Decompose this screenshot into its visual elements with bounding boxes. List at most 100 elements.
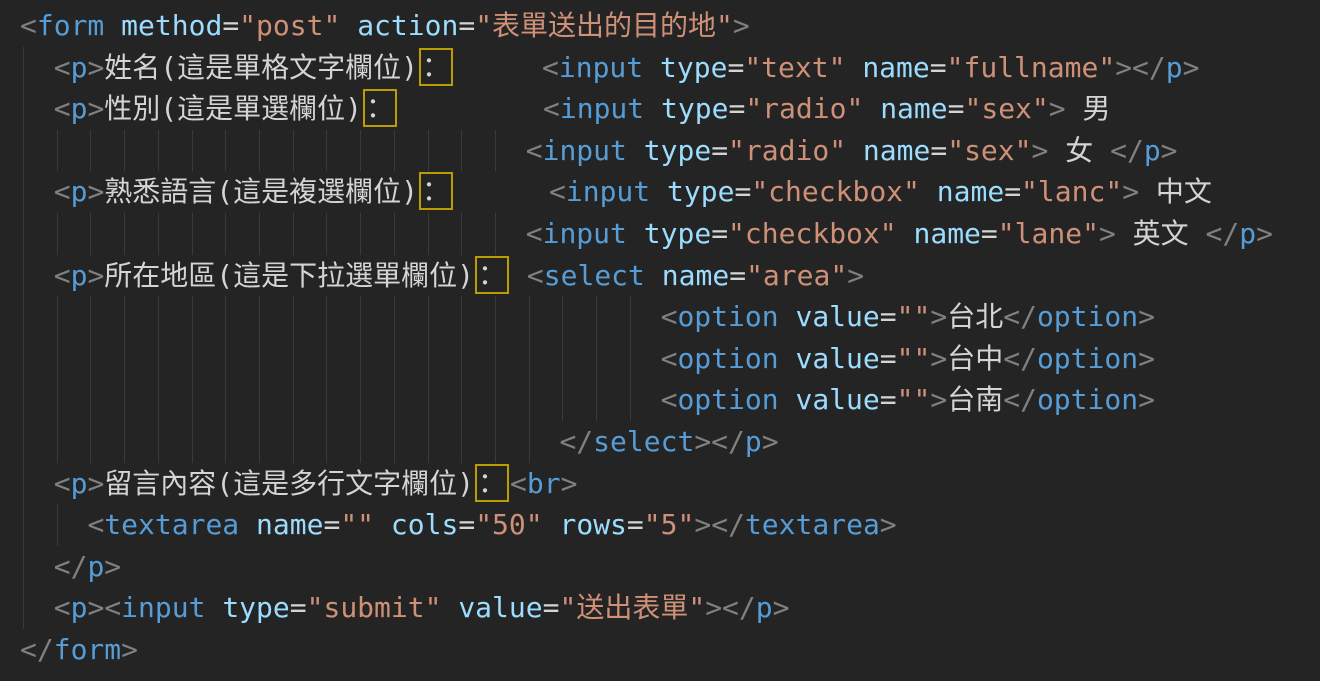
code-token-attr: method — [121, 9, 222, 42]
code-token-attr: name — [662, 259, 729, 292]
code-token-t — [340, 9, 357, 42]
code-token-eq: = — [711, 134, 728, 167]
code-token-str: "fullname" — [947, 51, 1116, 84]
code-token-eq: = — [711, 217, 728, 250]
code-token-attr: action — [357, 9, 458, 42]
code-token-tag: p — [71, 175, 88, 208]
code-token-pu: > — [1138, 342, 1155, 375]
code-segment: <input type="radio" name="sex"> 女 </p> — [20, 134, 1178, 167]
code-token-pu: </ — [1003, 383, 1037, 416]
code-token-t — [20, 300, 661, 333]
code-token-attr: cols — [391, 508, 458, 541]
code-token-attr: value — [795, 383, 879, 416]
code-line-12[interactable]: <p>留言內容(這是多行文字欄位)：<br> — [20, 463, 1320, 505]
code-token-eq: = — [734, 175, 751, 208]
code-token-t — [20, 51, 54, 84]
code-token-pu: < — [526, 134, 543, 167]
code-line-11[interactable]: </select></p> — [20, 421, 1320, 463]
code-token-tag: p — [1166, 51, 1183, 84]
code-token-pu: > — [104, 550, 121, 583]
code-token-eq: = — [880, 300, 897, 333]
code-segment: <p>所在地區(這是下拉選單欄位)： <select name="area"> — [20, 259, 864, 292]
code-line-8[interactable]: <option value="">台北</option> — [20, 296, 1320, 338]
code-token-pu: > — [1099, 217, 1116, 250]
code-token-tag: option — [1037, 342, 1138, 375]
code-line-6[interactable]: <input type="checkbox" name="lane"> 英文 <… — [20, 213, 1320, 255]
code-line-3[interactable]: <p>性別(這是單選欄位)：<input type="radio" name="… — [20, 88, 1320, 130]
unicode-highlight-colon: ： — [475, 464, 509, 502]
code-token-tag: input — [543, 134, 627, 167]
code-token-t — [104, 9, 121, 42]
code-token-tag: p — [71, 51, 88, 84]
code-segment: <input type="text" name="fullname"></p> — [542, 47, 1200, 89]
code-token-pu: > — [1183, 51, 1200, 84]
code-token-str: "lane" — [998, 217, 1099, 250]
unicode-highlight-colon: ： — [419, 48, 453, 86]
code-token-str: "submit" — [307, 591, 442, 624]
code-line-7[interactable]: <p>所在地區(這是下拉選單欄位)： <select name="area"> — [20, 255, 1320, 297]
code-token-eq: = — [981, 217, 998, 250]
code-token-t — [20, 92, 54, 125]
code-token-pu: > — [880, 508, 897, 541]
code-token-eq: = — [729, 259, 746, 292]
code-token-pu: > — [1122, 175, 1139, 208]
code-token-pu: > — [87, 175, 104, 208]
code-token-pu: > — [1161, 134, 1178, 167]
code-token-attr: type — [660, 51, 727, 84]
code-token-tag: p — [87, 550, 104, 583]
code-token-pu: > — [930, 342, 947, 375]
code-token-pu: > — [1032, 134, 1049, 167]
code-token-attr: name — [880, 92, 947, 125]
code-line-13[interactable]: <textarea name="" cols="50" rows="5"></t… — [20, 504, 1320, 546]
code-token-t — [441, 591, 458, 624]
code-token-t — [374, 508, 391, 541]
code-line-14[interactable]: </p> — [20, 546, 1320, 588]
code-token-eq: = — [290, 591, 307, 624]
code-line-10[interactable]: <option value="">台南</option> — [20, 379, 1320, 421]
code-token-attr: rows — [559, 508, 626, 541]
code-line-1[interactable]: <form method="post" action="表單送出的目的地"> — [20, 5, 1320, 47]
code-token-tag: select — [593, 425, 694, 458]
code-token-t — [846, 134, 863, 167]
code-token-attr: type — [644, 134, 711, 167]
code-token-attr: value — [458, 591, 542, 624]
code-line-16[interactable]: </form> — [20, 629, 1320, 671]
code-token-tag: p — [1144, 134, 1161, 167]
code-token-str: "post" — [239, 9, 340, 42]
code-token-pu: > — [847, 259, 864, 292]
code-line-15[interactable]: <p><input type="submit" value="送出表單"></p… — [20, 587, 1320, 629]
code-token-pu: < — [549, 175, 566, 208]
code-token-eq: = — [930, 51, 947, 84]
code-token-pu: > — [1049, 92, 1066, 125]
code-token-attr: type — [644, 217, 711, 250]
code-token-eq: = — [728, 92, 745, 125]
code-segment: <option value="">台北</option> — [20, 300, 1155, 333]
code-token-tag: select — [544, 259, 645, 292]
code-segment: </select></p> — [20, 425, 779, 458]
code-token-t: 熟悉語言(這是複選欄位) — [104, 175, 418, 208]
code-token-str: "text" — [744, 51, 845, 84]
code-token-attr: value — [795, 300, 879, 333]
code-token-pu: > — [87, 51, 104, 84]
code-token-tag: option — [677, 300, 778, 333]
code-token-pu: < — [527, 259, 544, 292]
code-line-5[interactable]: <p>熟悉語言(這是複選欄位)：<input type="checkbox" n… — [20, 171, 1320, 213]
code-token-t: 留言內容(這是多行文字欄位) — [104, 467, 474, 500]
code-token-t: 所在地區(這是下拉選單欄位) — [104, 259, 474, 292]
code-editor[interactable]: <form method="post" action="表單送出的目的地"> <… — [0, 0, 1320, 681]
code-token-tag: form — [37, 9, 104, 42]
code-token-str: "checkbox" — [728, 217, 897, 250]
code-token-tag: input — [560, 92, 644, 125]
code-line-9[interactable]: <option value="">台中</option> — [20, 338, 1320, 380]
code-token-pu: > — [87, 259, 104, 292]
code-token-attr: name — [937, 175, 1004, 208]
code-token-str: "radio" — [728, 134, 846, 167]
code-token-pu: > — [762, 425, 779, 458]
code-line-2[interactable]: <p>姓名(這是單格文字欄位)：<input type="text" name=… — [20, 47, 1320, 89]
code-line-4[interactable]: <input type="radio" name="sex"> 女 </p> — [20, 130, 1320, 172]
code-token-t: 男 — [1066, 92, 1111, 125]
code-token-t — [897, 217, 914, 250]
code-token-str: "checkbox" — [751, 175, 920, 208]
code-token-t: 中文 — [1139, 175, 1212, 208]
code-token-pu: < — [54, 175, 71, 208]
